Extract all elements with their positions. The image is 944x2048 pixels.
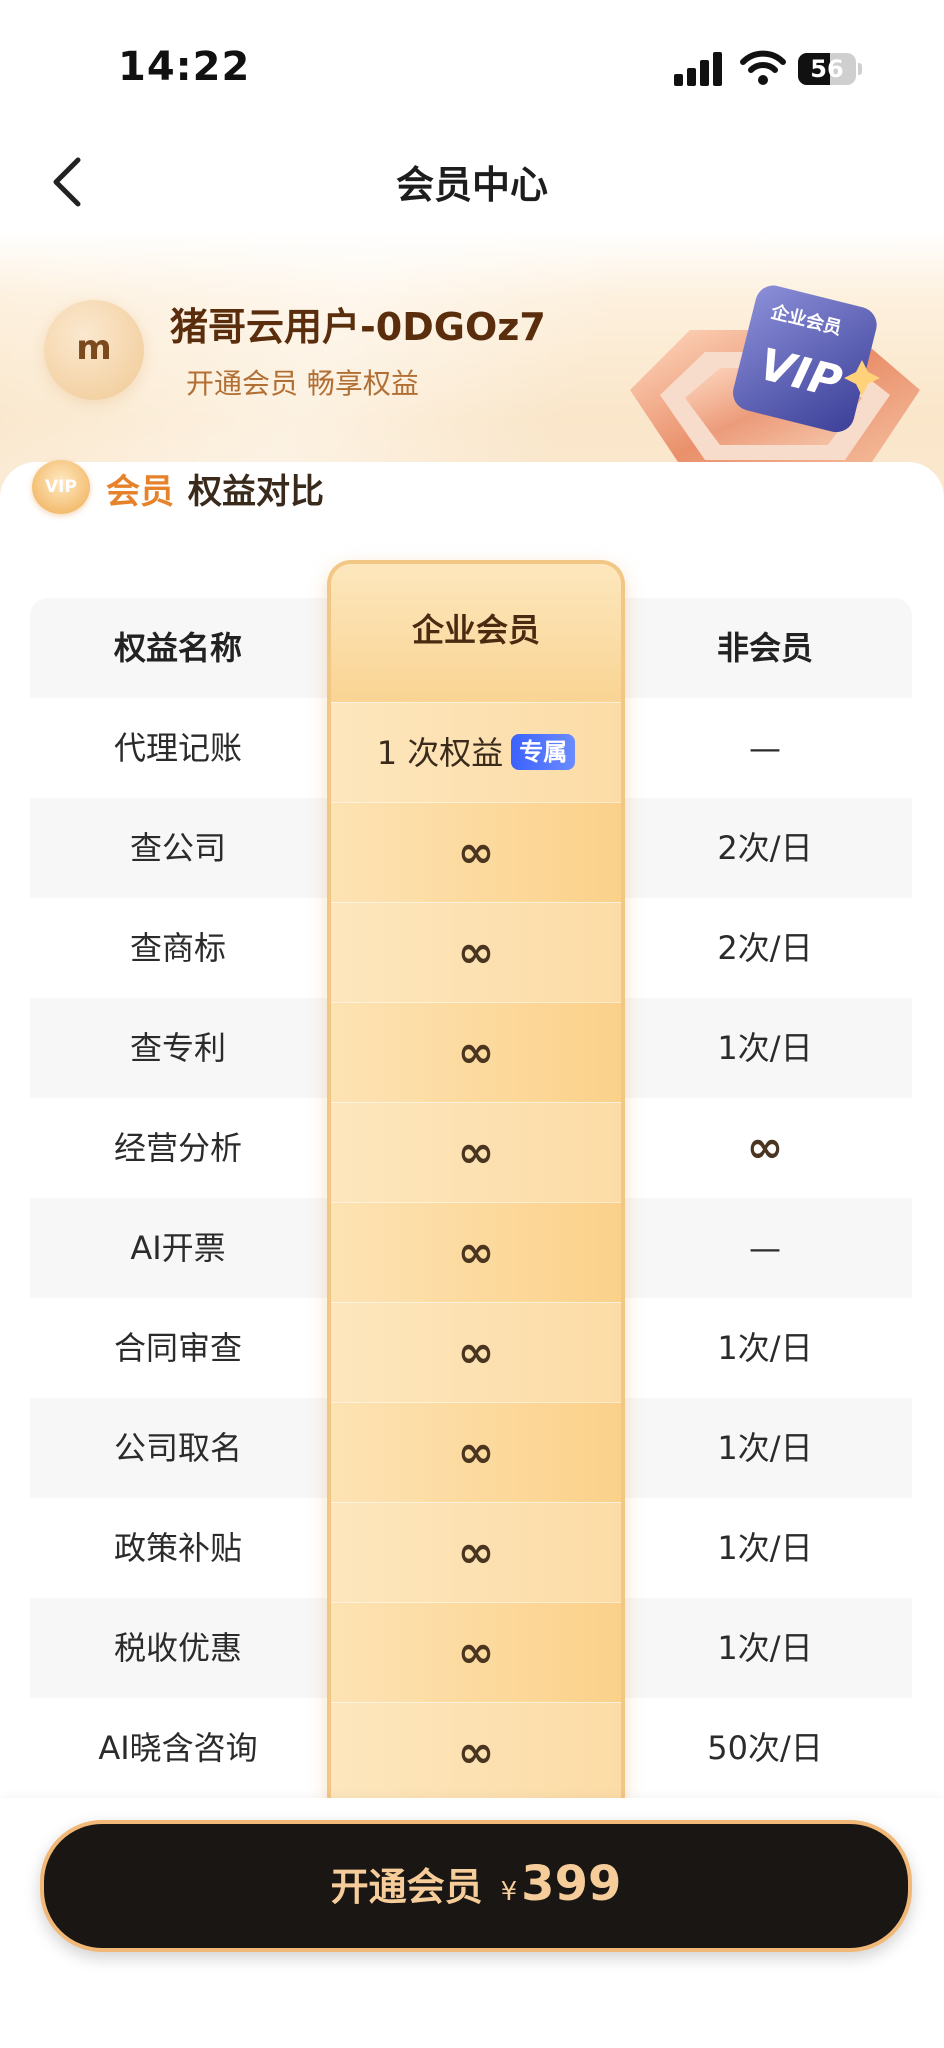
benefit-name: 查公司 — [129, 829, 226, 867]
member-value: 1 次权益 专属 — [331, 702, 621, 803]
battery-icon: 56 — [798, 53, 856, 85]
benefit-name: 查专利 — [129, 1029, 226, 1067]
member-value: ∞ — [331, 1102, 621, 1203]
cta-label: 开通会员 — [330, 1865, 483, 1909]
nonmember-value: 1次/日 — [717, 1629, 813, 1667]
battery-level: 56 — [810, 55, 844, 83]
nonmember-value: 2次/日 — [717, 829, 813, 867]
status-time: 14:22 — [118, 44, 251, 90]
wifi-icon — [740, 50, 786, 85]
member-value: ∞ — [331, 1002, 621, 1103]
benefit-name: 税收优惠 — [113, 1629, 242, 1667]
exclusive-tag: 专属 — [511, 734, 576, 770]
member-column: 企业会员 1 次权益 专属 ∞ ∞ ∞ ∞ ∞ ∞ ∞ ∞ ∞ ∞ — [327, 560, 625, 1804]
open-membership-button[interactable]: 开通会员 ¥399 — [40, 1820, 912, 1952]
benefit-name: 政策补贴 — [113, 1529, 242, 1567]
section-title-text: 权益对比 — [188, 472, 324, 512]
benefit-name: AI开票 — [130, 1229, 226, 1267]
user-subtitle: 开通会员 畅享权益 — [186, 367, 419, 400]
vip-badge-icon: VIP — [32, 460, 90, 514]
nonmember-value: 1次/日 — [717, 1429, 813, 1467]
avatar[interactable]: m — [44, 300, 144, 400]
nonmember-value: — — [749, 1229, 781, 1267]
nonmember-value: 50次/日 — [707, 1729, 823, 1767]
benefit-name: 经营分析 — [113, 1129, 242, 1167]
benefit-name: 公司取名 — [113, 1429, 242, 1467]
benefit-name: 代理记账 — [113, 729, 242, 767]
member-value-text: 1 次权益 — [376, 734, 504, 772]
nonmember-value: 1次/日 — [717, 1029, 813, 1067]
status-icons: 56 — [674, 50, 864, 90]
cta-price: 399 — [521, 1856, 622, 1912]
section-title-highlight: 会员 — [106, 472, 174, 512]
nonmember-value: 1次/日 — [717, 1529, 813, 1567]
member-value: ∞ — [331, 1602, 621, 1703]
member-value: ∞ — [331, 1502, 621, 1603]
header-member: 企业会员 — [331, 564, 621, 702]
member-value: ∞ — [331, 1402, 621, 1503]
benefit-name: 查商标 — [129, 929, 226, 967]
nonmember-value: 2次/日 — [717, 929, 813, 967]
user-name: 猪哥云用户-0DGOz7 — [170, 305, 546, 349]
member-value: ∞ — [331, 802, 621, 903]
member-value: ∞ — [331, 1702, 621, 1803]
member-value: ∞ — [331, 902, 621, 1003]
benefit-name: AI晓含咨询 — [98, 1729, 258, 1767]
nonmember-value: — — [749, 729, 781, 767]
signal-icon — [674, 50, 724, 86]
member-value: ∞ — [331, 1202, 621, 1303]
benefit-name: 合同审查 — [113, 1329, 242, 1367]
header-benefit-name: 权益名称 — [113, 629, 242, 667]
nonmember-value: ∞ — [746, 1122, 784, 1173]
member-value: ∞ — [331, 1302, 621, 1403]
page-title: 会员中心 — [395, 163, 548, 207]
header-nonmember: 非会员 — [716, 629, 813, 667]
cta-currency: ¥ — [500, 1877, 518, 1907]
nonmember-value: 1次/日 — [717, 1329, 813, 1367]
